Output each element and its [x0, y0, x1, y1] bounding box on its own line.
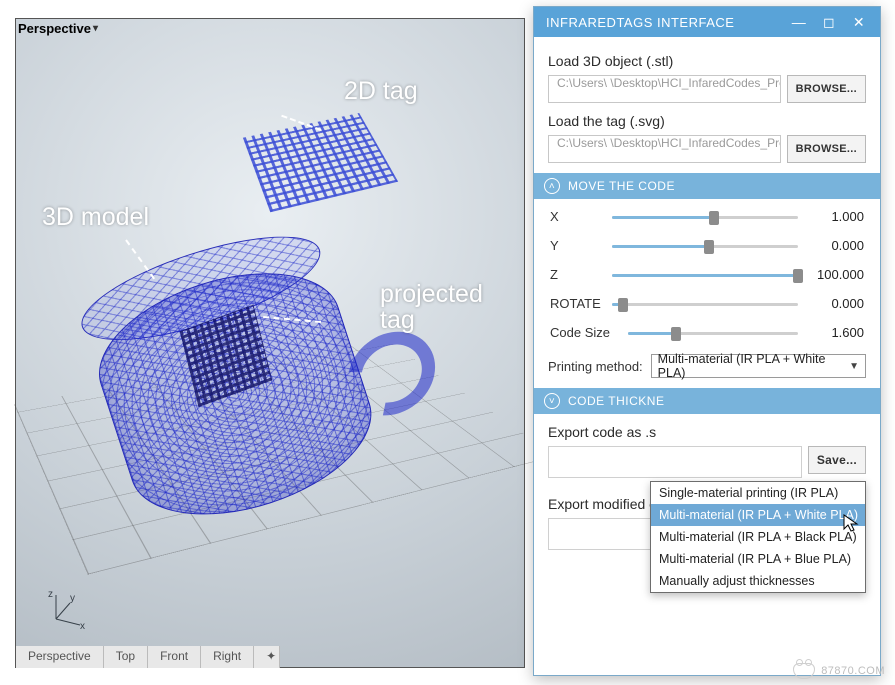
object-path-input[interactable]: C:\Users\ \Desktop\HCI_InfaredCodes_Prc — [548, 75, 781, 103]
annotation-2d-tag: 2D tag — [344, 77, 418, 106]
chevron-down-icon[interactable]: ▼ — [849, 361, 859, 372]
minimize-icon[interactable]: — — [784, 11, 814, 33]
export-code-path[interactable] — [548, 446, 802, 478]
svg-text:z: z — [48, 589, 53, 600]
watermark-logo-icon — [793, 663, 815, 679]
move-code-title: MOVE THE CODE — [568, 179, 675, 193]
axis-gizmo: x y z — [46, 589, 86, 629]
slider-label-x: X — [550, 209, 602, 224]
panel-title: INFRAREDTAGS INTERFACE — [546, 15, 734, 30]
printing-option[interactable]: Multi-material (IR PLA + Black PLA) — [651, 526, 865, 548]
viewport-title-bar[interactable]: Perspective ▾ — [18, 21, 98, 36]
printing-option[interactable]: Manually adjust thicknesses — [651, 570, 865, 592]
browse-tag-button[interactable]: BROWSE... — [787, 135, 866, 163]
close-icon[interactable]: ✕ — [844, 11, 874, 33]
tag-path-input[interactable]: C:\Users\ \Desktop\HCI_InfaredCodes_Prc — [548, 135, 781, 163]
slider-z[interactable] — [612, 268, 798, 282]
printing-option[interactable]: Multi-material (IR PLA + White PLA) — [651, 504, 865, 526]
slider-value-z: 100.000 — [808, 267, 864, 282]
move-code-header[interactable]: ˄ MOVE THE CODE — [534, 173, 880, 199]
tab-add[interactable]: ✦ — [254, 646, 280, 668]
infraredtags-panel: INFRAREDTAGS INTERFACE — ◻ ✕ Load 3D obj… — [533, 6, 881, 676]
watermark: 87870.COM — [793, 663, 885, 679]
panel-body: Load 3D object (.stl) C:\Users\ \Desktop… — [534, 37, 880, 675]
load-object-label: Load 3D object (.stl) — [548, 53, 866, 69]
floating-2d-tag — [243, 113, 398, 212]
printing-option[interactable]: Multi-material (IR PLA + Blue PLA) — [651, 548, 865, 570]
save-code-button[interactable]: Save... — [808, 446, 866, 474]
slider-rotate[interactable] — [612, 297, 798, 311]
tab-perspective[interactable]: Perspective — [16, 646, 104, 668]
projected-tag-on-mug — [180, 305, 273, 408]
annotation-3d-model: 3D model — [42, 203, 149, 232]
export-code-label: Export code as .s — [548, 424, 866, 440]
tab-right[interactable]: Right — [201, 646, 254, 668]
code-size-label: Code Size — [550, 325, 618, 340]
svg-text:x: x — [80, 621, 85, 632]
printing-method-selected: Multi-material (IR PLA + White PLA) — [658, 352, 849, 380]
code-size-value: 1.600 — [808, 325, 864, 340]
tab-top[interactable]: Top — [104, 646, 148, 668]
slider-label-z: Z — [550, 267, 602, 282]
tab-front[interactable]: Front — [148, 646, 201, 668]
printing-method-dropdown[interactable]: Single-material printing (IR PLA)Multi-m… — [650, 481, 866, 593]
panel-titlebar[interactable]: INFRAREDTAGS INTERFACE — ◻ ✕ — [534, 7, 880, 37]
app-root: Perspective ▾ 2D tag 3D model projected … — [0, 0, 895, 685]
rhino-viewport[interactable]: Perspective ▾ 2D tag 3D model projected … — [15, 18, 525, 668]
svg-text:y: y — [70, 593, 75, 604]
printing-method-select[interactable]: Multi-material (IR PLA + White PLA) ▼ — [651, 354, 866, 378]
printing-method-label: Printing method: — [548, 359, 643, 374]
slider-value-rotate: 0.000 — [808, 296, 864, 311]
collapse-up-icon[interactable]: ˄ — [544, 178, 560, 194]
slider-value-x: 1.000 — [808, 209, 864, 224]
slider-y[interactable] — [612, 239, 798, 253]
code-thickness-title: CODE THICKNE — [568, 394, 664, 408]
slider-label-rotate: ROTATE — [550, 296, 602, 311]
chevron-down-icon[interactable]: ▾ — [93, 23, 98, 34]
annotation-projected-tag: projected tag — [380, 281, 483, 334]
code-size-slider[interactable] — [628, 326, 798, 340]
browse-object-button[interactable]: BROWSE... — [787, 75, 866, 103]
expand-down-icon[interactable]: ˅ — [544, 393, 560, 409]
slider-value-y: 0.000 — [808, 238, 864, 253]
slider-x[interactable] — [612, 210, 798, 224]
load-tag-label: Load the tag (.svg) — [548, 113, 866, 129]
printing-option[interactable]: Single-material printing (IR PLA) — [651, 482, 865, 504]
code-thickness-header[interactable]: ˅ CODE THICKNE — [534, 388, 880, 414]
viewport-tabs: Perspective Top Front Right ✦ — [16, 646, 280, 668]
viewport-title: Perspective — [18, 21, 91, 36]
slider-label-y: Y — [550, 238, 602, 253]
watermark-text: 87870.COM — [821, 665, 885, 677]
maximize-icon[interactable]: ◻ — [814, 11, 844, 33]
